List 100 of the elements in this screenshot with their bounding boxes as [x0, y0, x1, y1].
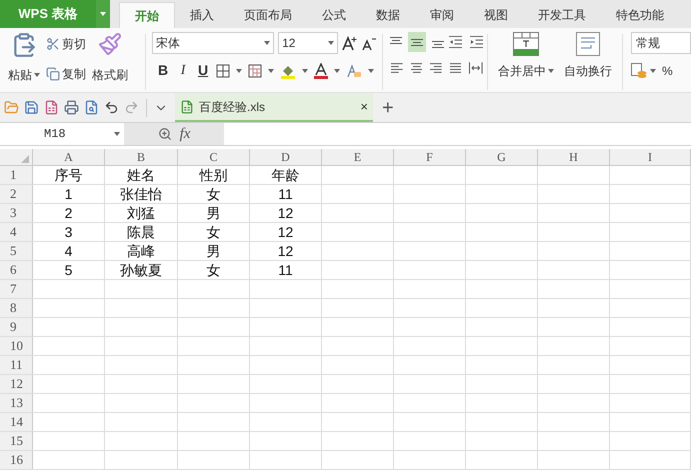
wrap-text-icon[interactable]	[576, 32, 600, 56]
row-header[interactable]: 9	[0, 318, 33, 336]
caret-icon[interactable]	[328, 41, 334, 45]
column-header[interactable]: A	[33, 149, 105, 165]
row-header[interactable]: 3	[0, 204, 33, 222]
table-cell: 男	[178, 204, 250, 222]
table-cell: 陈晨	[105, 223, 178, 241]
horizontal-align-icon[interactable]	[410, 62, 422, 74]
text-style-button[interactable]: I	[176, 60, 190, 81]
row-header[interactable]: 14	[0, 413, 33, 431]
caret-icon[interactable]	[114, 132, 120, 136]
increase-indent-icon[interactable]	[470, 35, 484, 49]
copy-icon[interactable]	[46, 67, 60, 81]
column-header[interactable]: F	[394, 149, 466, 165]
horizontal-align-icon[interactable]	[430, 62, 442, 74]
caret-icon[interactable]	[34, 73, 40, 77]
ribbon-tab[interactable]: 公式	[307, 2, 361, 28]
formula-input-field[interactable]	[224, 123, 691, 145]
row-header[interactable]: 6	[0, 261, 33, 279]
text-style-button[interactable]: U	[196, 60, 210, 81]
row-header[interactable]: 12	[0, 375, 33, 393]
print-icon[interactable]	[64, 100, 79, 115]
row-header[interactable]: 2	[0, 185, 33, 203]
currency-icon[interactable]	[631, 63, 648, 79]
table-cell: 12	[250, 204, 322, 222]
column-header[interactable]: C	[178, 149, 250, 165]
close-tab-button[interactable]: ×	[360, 96, 368, 116]
row-header[interactable]: 7	[0, 280, 33, 298]
merge-cells-icon[interactable]	[513, 32, 540, 56]
zoom-icon[interactable]	[158, 127, 172, 141]
wrap-text-label[interactable]: 自动换行	[564, 62, 612, 80]
row-header[interactable]: 8	[0, 299, 33, 317]
new-tab-button[interactable]: +	[382, 98, 394, 118]
ribbon-tab[interactable]: 开始	[119, 2, 175, 28]
decrease-indent-icon[interactable]	[448, 35, 462, 49]
caret-icon[interactable]	[264, 41, 270, 45]
table-cell: 序号	[33, 166, 105, 184]
print-preview-icon[interactable]	[84, 100, 99, 115]
column-header[interactable]: G	[466, 149, 538, 165]
caret-icon[interactable]	[334, 68, 340, 72]
document-export-icon[interactable]	[44, 100, 59, 115]
row-header[interactable]: 4	[0, 223, 33, 241]
function-button[interactable]: fx	[180, 122, 190, 146]
format-painter-label[interactable]: 格式刷	[92, 66, 128, 84]
document-tab[interactable]: 百度经验.xls ×	[175, 93, 373, 122]
row-header[interactable]: 5	[0, 242, 33, 260]
row-header[interactable]: 13	[0, 394, 33, 412]
ribbon-tab[interactable]: 插入	[175, 2, 229, 28]
number-format-field[interactable]: 常规	[631, 32, 691, 54]
ribbon-tab[interactable]: 特色功能	[601, 2, 679, 28]
caret-icon[interactable]	[236, 68, 242, 72]
font-size-field[interactable]: 12	[278, 32, 338, 54]
paintbrush-icon[interactable]	[98, 32, 122, 56]
row-header[interactable]: 1	[0, 166, 33, 184]
row-header[interactable]: 11	[0, 356, 33, 374]
table-cell: 12	[250, 223, 322, 241]
paste-label[interactable]: 粘贴	[8, 66, 32, 84]
row-header[interactable]: 10	[0, 337, 33, 355]
copy-label[interactable]: 复制	[62, 65, 86, 83]
merge-center-label[interactable]: 合并居中	[498, 62, 546, 80]
row-header[interactable]: 15	[0, 432, 33, 450]
caret-icon[interactable]	[548, 69, 554, 73]
name-box[interactable]: M18	[0, 123, 124, 145]
undo-icon[interactable]	[104, 100, 119, 115]
percent-button[interactable]: %	[662, 62, 673, 80]
table-cell: 孙敏夏	[105, 261, 178, 279]
cut-label[interactable]: 剪切	[62, 35, 86, 53]
vertical-align-button[interactable]	[408, 32, 426, 52]
column-header[interactable]: H	[538, 149, 610, 165]
caret-icon[interactable]	[268, 68, 274, 72]
corner-triangle-icon	[21, 155, 29, 163]
column-header[interactable]: B	[105, 149, 178, 165]
row-header[interactable]: 16	[0, 451, 33, 469]
save-icon[interactable]	[24, 100, 39, 115]
eraser-icon[interactable]	[346, 62, 362, 78]
font-grow-icon[interactable]	[342, 35, 358, 51]
column-header[interactable]: D	[250, 149, 322, 165]
horizontal-align-icon[interactable]	[450, 62, 462, 74]
column-header[interactable]: I	[610, 149, 691, 165]
ribbon-tab[interactable]: 开发工具	[523, 2, 601, 28]
distribute-icon[interactable]	[469, 62, 484, 74]
ribbon-tab[interactable]: 审阅	[415, 2, 469, 28]
ribbon-tab[interactable]: 视图	[469, 2, 523, 28]
caret-icon[interactable]	[650, 69, 656, 73]
text-style-button[interactable]: B	[156, 60, 170, 81]
font-name-field[interactable]: 宋体	[152, 32, 274, 54]
column-header[interactable]: E	[322, 149, 394, 165]
table-cell: 姓名	[105, 166, 178, 184]
ribbon-tab[interactable]: 页面布局	[229, 2, 307, 28]
ribbon-tab[interactable]: 数据	[361, 2, 415, 28]
font-color-icon[interactable]	[314, 62, 328, 78]
app-menu-button[interactable]: WPS 表格	[0, 0, 96, 28]
cell-style-icon[interactable]	[248, 64, 262, 78]
borders-icon[interactable]	[216, 64, 230, 78]
table-cell: 11	[250, 261, 322, 279]
horizontal-align-icon[interactable]	[391, 62, 403, 74]
scissors-icon[interactable]	[46, 37, 60, 51]
caret-icon[interactable]	[302, 68, 308, 72]
app-menu-dropdown[interactable]	[96, 0, 110, 28]
caret-icon[interactable]	[368, 68, 374, 72]
